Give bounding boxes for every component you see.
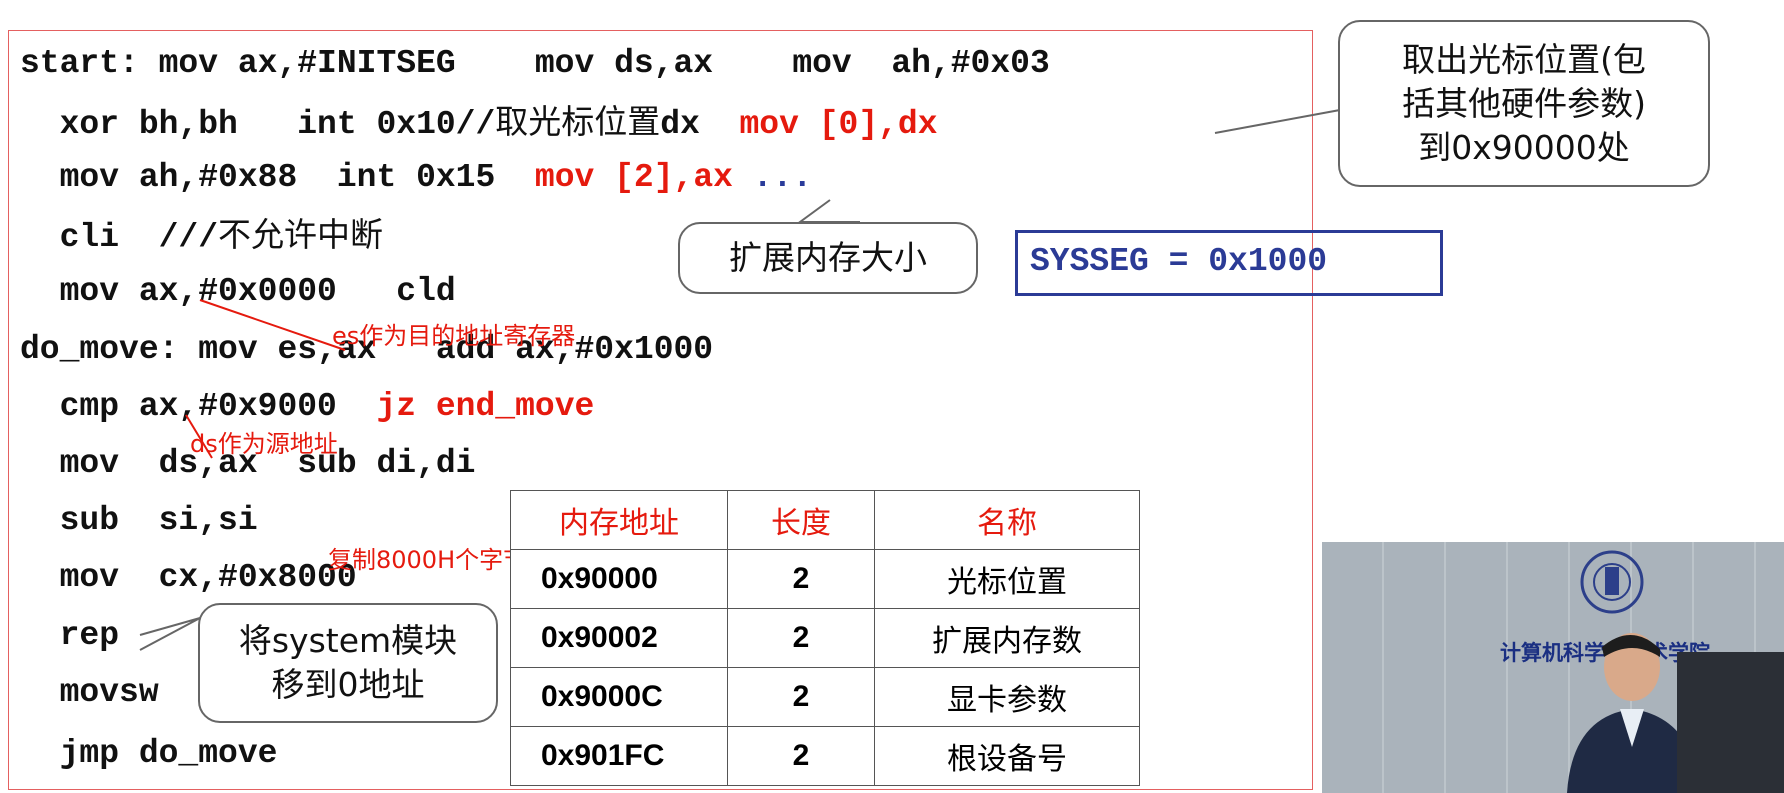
table-cell: 0x901FC <box>510 726 728 786</box>
table-cell: 2 <box>727 667 875 727</box>
annotation-es: es作为目的地址寄存器 <box>332 322 576 350</box>
table-cell: 2 <box>727 726 875 786</box>
table-header: 长度 <box>727 490 875 550</box>
table-cell: 0x9000C <box>510 667 728 727</box>
ext-mem-bubble: 扩展内存大小 <box>678 222 978 294</box>
annotation-copy: 复制8000H个字节 <box>328 546 528 574</box>
table-row: 0x9000C 2 显卡参数 <box>510 667 1140 727</box>
bubble-line: 扩展内存大小 <box>729 238 927 277</box>
system-bubble: 将system模块 移到0地址 <box>198 603 498 723</box>
table-row: 0x901FC 2 根设备号 <box>510 726 1140 786</box>
table-row: 0x90000 2 光标位置 <box>510 549 1140 609</box>
table-header: 名称 <box>874 490 1140 550</box>
monitor <box>1677 652 1784 793</box>
table-cell: 显卡参数 <box>874 667 1140 727</box>
bubble-line: 将system模块 <box>238 621 458 660</box>
table-cell: 2 <box>727 549 875 609</box>
lecturer-video: 计算机科学与技术学院 <box>1322 542 1784 793</box>
table-cell: 0x90002 <box>510 608 728 668</box>
university-logo-icon <box>1580 550 1644 614</box>
memory-table: 内存地址 长度 名称 0x90000 2 光标位置 0x90002 2 扩展内存… <box>510 490 1140 786</box>
table-cell: 根设备号 <box>874 726 1140 786</box>
bubble-line: 到0x90000处 <box>1418 128 1630 167</box>
table-cell: 扩展内存数 <box>874 608 1140 668</box>
table-cell: 0x90000 <box>510 549 728 609</box>
annotation-ds: ds作为源地址 <box>190 430 338 458</box>
bubble-line: 移到0地址 <box>271 665 425 704</box>
bubble-line: 取出光标位置(包 <box>1402 40 1646 79</box>
cursor-bubble: 取出光标位置(包 括其他硬件参数) 到0x90000处 <box>1338 20 1710 187</box>
table-row: 0x90002 2 扩展内存数 <box>510 608 1140 668</box>
sysseg-box: SYSSEG = 0x1000 <box>1015 230 1443 296</box>
table-cell: 光标位置 <box>874 549 1140 609</box>
table-header: 内存地址 <box>510 490 728 550</box>
table-header-row: 内存地址 长度 名称 <box>510 490 1140 550</box>
table-cell: 2 <box>727 608 875 668</box>
bubble-line: 括其他硬件参数) <box>1402 84 1646 123</box>
